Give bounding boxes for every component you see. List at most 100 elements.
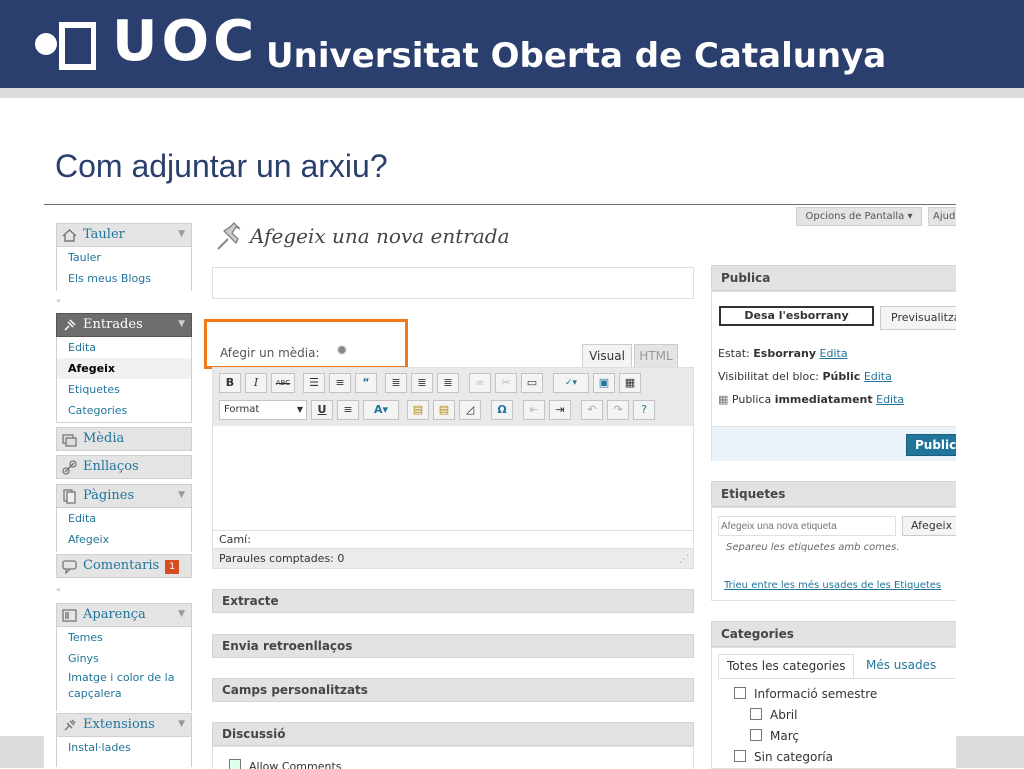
numbered-list-icon[interactable]: ≡ bbox=[329, 373, 351, 393]
category-checkbox[interactable] bbox=[734, 750, 746, 762]
link-icon[interactable]: ∞ bbox=[469, 373, 491, 393]
add-media-icon[interactable]: ✹ bbox=[336, 343, 348, 359]
categories-box-header[interactable]: Categories bbox=[711, 621, 956, 647]
appearance-icon bbox=[62, 609, 77, 622]
indent-icon[interactable]: ⇥ bbox=[549, 400, 571, 420]
redo-icon[interactable]: ↷ bbox=[607, 400, 629, 420]
menu-posts[interactable]: Entrades ▼ bbox=[56, 313, 192, 337]
paste-word-icon[interactable]: ▤ bbox=[433, 400, 455, 420]
tags-box-header[interactable]: Etiquetes bbox=[711, 481, 956, 507]
menu-links[interactable]: Enllaços bbox=[56, 455, 192, 479]
eraser-icon[interactable]: ◿ bbox=[459, 400, 481, 420]
justify-icon[interactable]: ≡ bbox=[337, 400, 359, 420]
category-item[interactable]: Març bbox=[750, 729, 799, 743]
submenu-posts-add[interactable]: Afegeix bbox=[57, 358, 191, 379]
underline-button[interactable]: U bbox=[311, 400, 333, 420]
kitchen-sink-icon[interactable]: ▦ bbox=[619, 373, 641, 393]
blockquote-icon[interactable]: “ bbox=[355, 373, 377, 393]
submenu-themes[interactable]: Temes bbox=[57, 627, 191, 648]
bullet-list-icon[interactable]: ☰ bbox=[303, 373, 325, 393]
editor-toolbar: B I ABC ☰ ≡ “ ≣ ≣ ≣ ∞ ✂ ▭ ✓▾ ▣ ▦ Format ▼… bbox=[213, 368, 693, 427]
chevron-down-icon[interactable]: ▼ bbox=[178, 490, 185, 500]
category-checkbox[interactable] bbox=[734, 687, 746, 699]
tab-all-categories[interactable]: Totes les categories bbox=[718, 654, 854, 678]
italic-button[interactable]: I bbox=[245, 373, 267, 393]
spellcheck-icon[interactable]: ✓▾ bbox=[553, 373, 589, 393]
schedule-edit-link[interactable]: Edita bbox=[876, 393, 904, 406]
strikethrough-button[interactable]: ABC bbox=[271, 373, 295, 393]
menu-media[interactable]: Mèdia bbox=[56, 427, 192, 451]
submenu-widgets[interactable]: Ginys bbox=[57, 648, 191, 669]
add-tag-button[interactable]: Afegeix bbox=[902, 516, 956, 536]
status-row: Estat: Esborrany Edita bbox=[718, 347, 848, 360]
format-select-value: Format bbox=[224, 404, 260, 415]
bold-button[interactable]: B bbox=[219, 373, 241, 393]
screen-options-button[interactable]: Opcions de Pantalla ▾ bbox=[796, 207, 922, 226]
fullscreen-icon[interactable]: ▣ bbox=[593, 373, 615, 393]
submenu-pages-add[interactable]: Afegeix bbox=[57, 529, 191, 550]
discussion-box-body: Allow Comments bbox=[212, 746, 694, 769]
outdent-icon[interactable]: ⇤ bbox=[523, 400, 545, 420]
submenu-dashboard[interactable]: Tauler bbox=[57, 247, 191, 268]
chevron-down-icon[interactable]: ▼ bbox=[178, 229, 185, 239]
submenu-pages-edit[interactable]: Edita bbox=[57, 508, 191, 529]
help-icon[interactable]: ? bbox=[633, 400, 655, 420]
format-select[interactable]: Format ▼ bbox=[219, 400, 307, 420]
categories-box-body: Totes les categories Més usades Informac… bbox=[711, 647, 956, 769]
collapse-arrow-icon[interactable]: « bbox=[56, 586, 192, 594]
menu-dashboard[interactable]: Tauler ▼ bbox=[56, 223, 192, 247]
tab-most-used-categories[interactable]: Més usades bbox=[866, 654, 936, 678]
discussion-box-header[interactable]: Discussió bbox=[212, 722, 694, 746]
chevron-down-icon[interactable]: ▼ bbox=[178, 319, 185, 329]
new-tag-input[interactable] bbox=[718, 516, 896, 536]
save-draft-button[interactable]: Desa l'esborrany bbox=[719, 306, 874, 326]
submenu-header-line2[interactable]: capçalera bbox=[57, 687, 191, 705]
trackbacks-box-header[interactable]: Envia retroenllaços bbox=[212, 634, 694, 658]
special-char-icon[interactable]: Ω bbox=[491, 400, 513, 420]
category-item[interactable]: Abril bbox=[750, 708, 797, 722]
category-label: Març bbox=[770, 729, 799, 743]
excerpt-box-header[interactable]: Extracte bbox=[212, 589, 694, 613]
align-right-icon[interactable]: ≣ bbox=[437, 373, 459, 393]
chevron-down-icon[interactable]: ▼ bbox=[178, 609, 185, 619]
unlink-icon[interactable]: ✂ bbox=[495, 373, 517, 393]
category-checkbox[interactable] bbox=[750, 729, 762, 741]
chevron-down-icon[interactable]: ▼ bbox=[178, 719, 185, 729]
publish-button[interactable]: Publica bbox=[906, 434, 956, 456]
submenu-my-blogs[interactable]: Els meus Blogs bbox=[57, 268, 191, 289]
collapse-arrow-icon[interactable]: « bbox=[56, 297, 192, 305]
category-checkbox[interactable] bbox=[750, 708, 762, 720]
submenu-posts-edit[interactable]: Edita bbox=[57, 337, 191, 358]
category-label: Sin categoría bbox=[754, 750, 833, 764]
category-item[interactable]: Sin categoría bbox=[734, 750, 833, 764]
align-center-icon[interactable]: ≣ bbox=[411, 373, 433, 393]
visibility-edit-link[interactable]: Edita bbox=[864, 370, 892, 383]
text-color-icon[interactable]: A▾ bbox=[363, 400, 399, 420]
tab-visual[interactable]: Visual bbox=[582, 344, 632, 367]
word-count: Paraules comptades: 0 bbox=[213, 548, 693, 568]
resize-handle-icon[interactable]: ⋰ bbox=[679, 554, 689, 565]
more-tag-icon[interactable]: ▭ bbox=[521, 373, 543, 393]
undo-icon[interactable]: ↶ bbox=[581, 400, 603, 420]
post-title-input[interactable] bbox=[212, 267, 694, 299]
menu-pages[interactable]: Pàgines ▼ bbox=[56, 484, 192, 508]
tab-html[interactable]: HTML bbox=[634, 344, 678, 367]
menu-comments[interactable]: Comentaris 1 bbox=[56, 554, 192, 578]
submenu-installed[interactable]: Instal·lades bbox=[57, 737, 191, 758]
submenu-header-line1[interactable]: Imatge i color de la bbox=[57, 669, 191, 687]
menu-pages-label: Pàgines bbox=[83, 488, 135, 503]
most-used-tags-link[interactable]: Trieu entre les més usades de les Etique… bbox=[724, 580, 941, 591]
help-button[interactable]: Ajud bbox=[928, 207, 956, 226]
custom-fields-box-header[interactable]: Camps personalitzats bbox=[212, 678, 694, 702]
menu-plugins[interactable]: Extensions ▼ bbox=[56, 713, 192, 737]
editor-content-area[interactable] bbox=[213, 426, 693, 530]
submenu-posts-categories[interactable]: Categories bbox=[57, 400, 191, 421]
submenu-posts-tags[interactable]: Etiquetes bbox=[57, 379, 191, 400]
status-edit-link[interactable]: Edita bbox=[820, 347, 848, 360]
publish-box-header[interactable]: Publica bbox=[711, 265, 956, 291]
paste-text-icon[interactable]: ▤ bbox=[407, 400, 429, 420]
preview-button[interactable]: Previsualitza bbox=[880, 306, 956, 330]
category-item[interactable]: Informació semestre bbox=[734, 687, 877, 701]
menu-appearance[interactable]: Aparença ▼ bbox=[56, 603, 192, 627]
align-left-icon[interactable]: ≣ bbox=[385, 373, 407, 393]
